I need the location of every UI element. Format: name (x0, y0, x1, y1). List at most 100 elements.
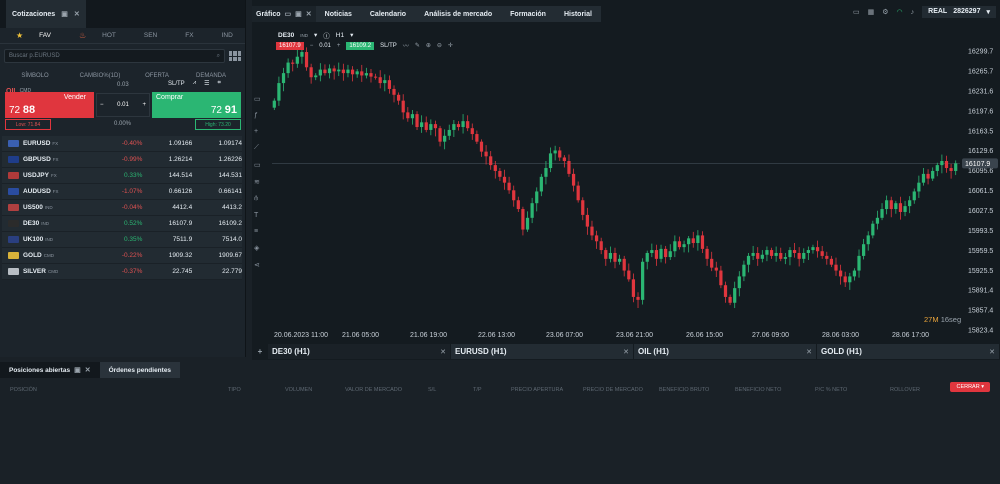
quote-ask[interactable]: 4413.2 (192, 204, 242, 211)
positions-column-header[interactable]: TIPO (228, 387, 241, 393)
positions-column-header[interactable]: ROLLOVER (890, 387, 920, 393)
chevron-down-icon[interactable]: ▾ (350, 31, 353, 39)
chart-symbol-tab[interactable]: DE30 (H1) ✕ (268, 344, 450, 359)
col-ask[interactable]: DEMANDA (184, 73, 238, 79)
quote-ask[interactable]: 0.66141 (192, 188, 242, 195)
indicator-icon[interactable]: 〰 (403, 41, 409, 50)
chart-mini-icon[interactable]: ⩘ (193, 80, 196, 87)
search-input[interactable]: Buscar p.EURUSD ⌕ (4, 49, 225, 63)
quote-bid[interactable]: 1909.32 (142, 252, 193, 259)
tab-chart[interactable]: Gráfico ▭ ▣ ✕ (252, 6, 316, 22)
category-tab[interactable]: ★ FAV (2, 31, 65, 40)
positions-column-header[interactable]: BENEFICIO BRUTO (659, 387, 709, 393)
quote-ask[interactable]: 144.531 (192, 172, 242, 179)
chart-type-icon[interactable]: ▭ (254, 95, 261, 103)
quote-row[interactable]: USDJPY FX 0.33% 144.514 144.531 (2, 168, 242, 184)
tab-calendar[interactable]: Calendario (360, 6, 416, 22)
close-icon[interactable]: ✕ (806, 348, 812, 356)
fib-tool-icon[interactable]: ≋ (254, 178, 261, 186)
chart-qty[interactable]: 0.01 (319, 43, 331, 49)
share-icon[interactable]: ⋖ (254, 261, 261, 269)
quote-row[interactable]: US500 IND -0.04% 4412.4 4413.2 (2, 200, 242, 216)
quote-row[interactable]: GOLD CMD -0.22% 1909.32 1909.67 (2, 248, 242, 264)
sltp-label[interactable]: SL/TP (168, 81, 185, 87)
quantity-stepper[interactable]: − 0.01 + (96, 93, 150, 117)
quotes-tab[interactable]: Cotizaciones ▣ ✕ (6, 0, 86, 28)
plus-icon[interactable]: + (254, 128, 261, 135)
category-tab[interactable]: FX (171, 32, 207, 39)
col-change[interactable]: CAMBIO%(1D) (70, 73, 130, 79)
chart-qty-plus[interactable]: + (337, 43, 341, 49)
quote-ask[interactable]: 1.26226 (192, 156, 242, 163)
chart-symbol-tab[interactable]: OIL (H1) ✕ (634, 344, 816, 359)
zoom-in-icon[interactable]: ⊕ (426, 42, 431, 49)
close-icon[interactable]: ✕ (85, 366, 91, 374)
maximize-icon[interactable]: ▣ (74, 366, 81, 374)
stack-icon[interactable]: ◈ (254, 244, 261, 252)
layers-icon[interactable]: ≡ (254, 228, 261, 235)
close-icon[interactable]: ✕ (440, 348, 446, 356)
quote-bid[interactable]: 1.09166 (142, 140, 193, 147)
quote-ask[interactable]: 7514.0 (192, 236, 242, 243)
quote-row[interactable]: AUDUSD FX -1.07% 0.66126 0.66141 (2, 184, 242, 200)
positions-column-header[interactable]: P/C % NETO (815, 387, 847, 393)
tab-news[interactable]: Noticias (315, 6, 361, 22)
col-symbol[interactable]: SÍMBOLO (0, 73, 70, 79)
close-all-button[interactable]: CERRAR ▾ (950, 382, 990, 392)
quote-bid[interactable]: 0.66126 (142, 188, 193, 195)
draw-icon[interactable]: ✎ (415, 42, 420, 49)
zoom-out-icon[interactable]: ⊖ (437, 42, 442, 49)
grid-icon[interactable]: ▦ (868, 8, 875, 16)
timeframe-select[interactable]: H1 (336, 32, 344, 39)
crosshair-icon[interactable]: ✛ (448, 42, 453, 49)
tab-market-analysis[interactable]: Análisis de mercado (415, 6, 502, 22)
bell-icon[interactable]: ♪ (911, 9, 915, 16)
tab-pending-orders[interactable]: Órdenes pendientes (99, 362, 181, 378)
quote-row[interactable]: SILVER CMD -0.37% 22.745 22.779 (2, 264, 242, 280)
quote-bid[interactable]: 16107.9 (142, 220, 193, 227)
tab-open-positions[interactable]: Posiciones abiertas ▣ ✕ (0, 362, 100, 378)
category-tab[interactable]: ♨ HOT (65, 31, 130, 40)
close-icon[interactable]: ✕ (74, 10, 80, 18)
close-icon[interactable]: ✕ (623, 348, 629, 356)
qty-plus[interactable]: + (142, 102, 146, 108)
sell-button[interactable]: Vender 72 88 (5, 92, 94, 118)
positions-column-header[interactable]: VOLUMEN (285, 387, 312, 393)
quote-row[interactable]: GBPUSD FX -0.99% 1.26214 1.26226 (2, 152, 242, 168)
positions-column-header[interactable]: S/L (428, 387, 436, 393)
quote-row[interactable]: DE30 IND 0.52% 16107.9 16109.2 (2, 216, 242, 232)
col-bid[interactable]: OFERTA (130, 73, 184, 79)
chart-symbol-tab[interactable]: EURUSD (H1) ✕ (451, 344, 633, 359)
quote-bid[interactable]: 22.745 (142, 268, 192, 275)
tab-history[interactable]: Historial (554, 6, 601, 22)
quote-bid[interactable]: 4412.4 (142, 204, 192, 211)
quote-ask[interactable]: 1909.67 (192, 252, 242, 259)
chart-sltp[interactable]: SL/TP (380, 43, 397, 49)
grid-view-icon[interactable] (229, 51, 241, 61)
quote-bid[interactable]: 1.26214 (142, 156, 193, 163)
price-chart[interactable]: 16299.7 16265.7 16231.6 16197.6 16163.5 16129… (252, 0, 1000, 344)
account-selector[interactable]: REAL 2826297 ▾ (922, 6, 996, 18)
pitchfork-icon[interactable]: ⫛ (254, 195, 261, 203)
line-tool-icon[interactable]: ⟋ (254, 144, 261, 152)
category-tab[interactable]: IND (208, 32, 247, 39)
qty-minus[interactable]: − (100, 102, 104, 108)
chart-qty-minus[interactable]: − (310, 43, 314, 49)
text-tool-icon[interactable]: T (254, 212, 261, 219)
quote-row[interactable]: EURUSD FX -0.40% 1.09166 1.09174 (2, 136, 242, 152)
category-tab[interactable]: SEN (130, 32, 171, 39)
quote-ask[interactable]: 22.779 (192, 268, 242, 275)
maximize-icon[interactable]: ▣ (295, 10, 302, 18)
positions-column-header[interactable]: PRECIO DE MERCADO (583, 387, 643, 393)
calculator-icon[interactable]: ⌗ (217, 80, 220, 87)
screen-icon[interactable]: ▭ (853, 8, 860, 16)
positions-column-header[interactable]: BENEFICIO NETO (735, 387, 781, 393)
tab-education[interactable]: Formación (501, 6, 555, 22)
layout-icon[interactable]: ▭ (285, 10, 292, 18)
chart-sell-button[interactable]: 16107.9 (276, 41, 304, 50)
buy-button[interactable]: Comprar 72 91 (152, 92, 241, 118)
maximize-icon[interactable]: ▣ (61, 10, 68, 18)
info-icon[interactable]: ⓘ (323, 30, 330, 40)
positions-column-header[interactable]: POSICIÓN (10, 387, 37, 393)
rectangle-tool-icon[interactable]: ▭ (254, 161, 261, 169)
